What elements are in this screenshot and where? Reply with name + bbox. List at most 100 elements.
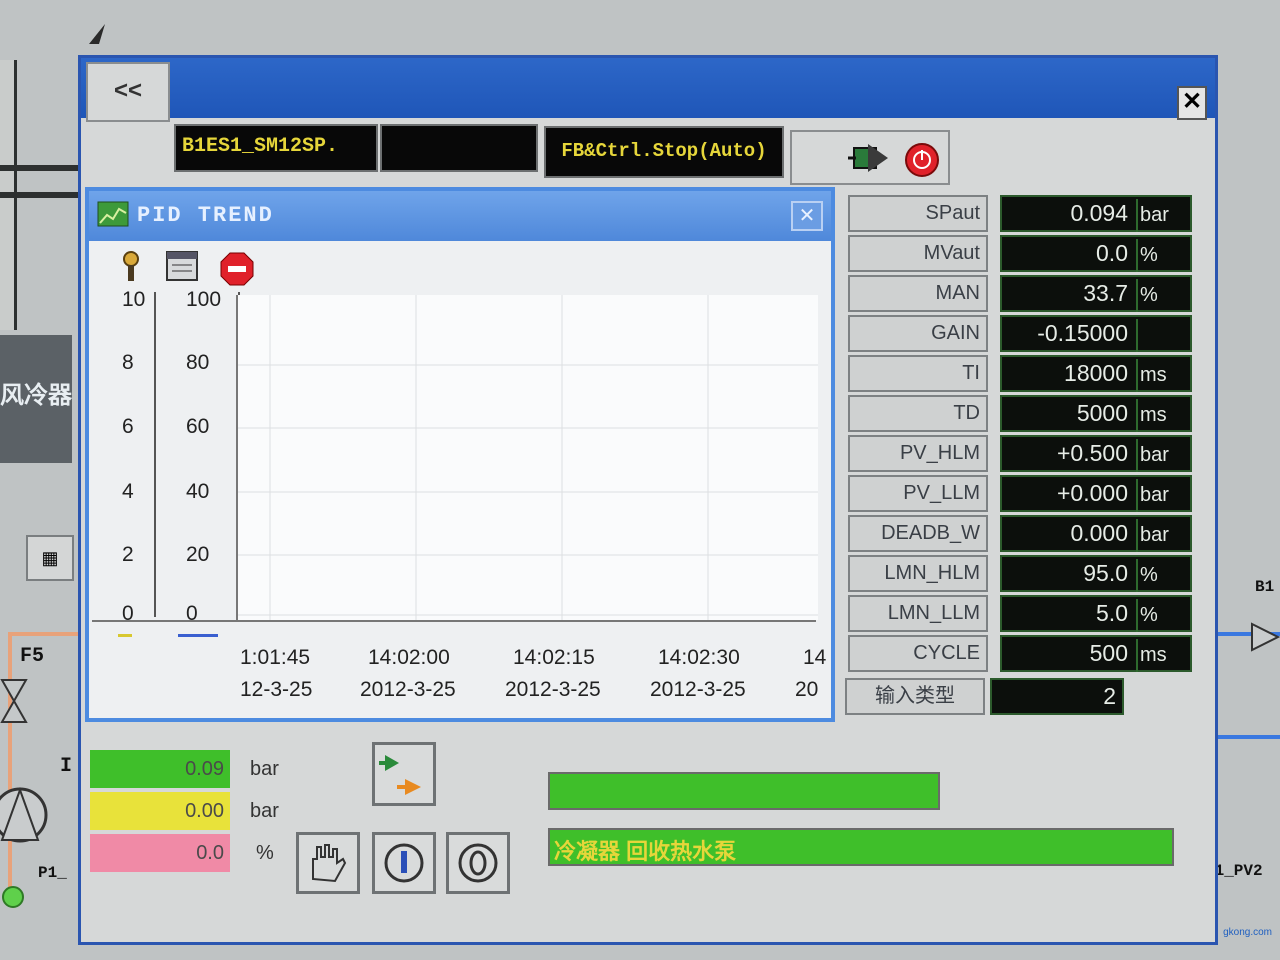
mode-switch-icon (379, 755, 421, 795)
param-value-man[interactable]: 33.7% (1000, 275, 1192, 312)
x-date-label: 2012-3-25 (505, 678, 601, 701)
label-i: I (60, 755, 73, 778)
y-axis-area (92, 292, 240, 622)
param-value-number: 0.0 (1096, 240, 1128, 266)
param-value-spaut[interactable]: 0.094 bar (1000, 195, 1192, 232)
arrow-icon (1250, 622, 1280, 657)
param-value-number: 0.094 (1070, 200, 1128, 226)
param-value-mvaut[interactable]: 0.0% (1000, 235, 1192, 272)
param-label-td: TD (848, 395, 988, 432)
label-b1: B1 (1255, 578, 1275, 596)
y-right-tick-label: 0 (186, 602, 198, 625)
stop-icon[interactable] (220, 252, 254, 291)
param-value-unit: bar (1136, 479, 1169, 512)
param-value-pv-llm[interactable]: +0.000 bar (1000, 475, 1192, 512)
pump-icon[interactable] (0, 780, 50, 855)
pid-block-icon[interactable] (848, 138, 892, 183)
trend-close-button[interactable]: ✕ (791, 201, 823, 231)
legend-blue-marker (178, 634, 218, 637)
off-icon (458, 843, 498, 883)
background-button[interactable]: ▦ (26, 535, 74, 581)
stop-power-icon[interactable] (902, 142, 942, 183)
off-button[interactable] (446, 832, 510, 894)
trend-title: PID TREND (137, 203, 274, 228)
y-right-tick-label: 20 (186, 543, 210, 566)
param-label-gain: GAIN (848, 315, 988, 352)
cursor-icon (85, 22, 109, 51)
x-date-label: 2012-3-25 (360, 678, 456, 701)
param-label-lmn-hlm: LMN_HLM (848, 555, 988, 592)
x-time-label: 14:02:15 (513, 646, 595, 669)
param-value-unit: ms (1136, 399, 1167, 432)
param-value-unit: ms (1136, 639, 1167, 672)
tag-secondary-field (380, 124, 538, 172)
param-value-unit: bar (1136, 199, 1169, 232)
param-label-pv-llm: PV_LLM (848, 475, 988, 512)
param-value-pv-hlm[interactable]: +0.500 bar (1000, 435, 1192, 472)
param-value-gain[interactable]: -0.15000 (1000, 315, 1192, 352)
x-date-label: 2012-3-25 (650, 678, 746, 701)
mv-readout: 0.0 (90, 834, 230, 872)
pipe-segment (0, 165, 78, 171)
trend-settings-icon[interactable] (165, 250, 199, 287)
x-axis-line (92, 620, 816, 622)
param-value-td[interactable]: 5000 ms (1000, 395, 1192, 432)
param-value-unit: % (1136, 239, 1158, 272)
param-value-number: 18000 (1064, 360, 1128, 386)
y-left-tick-label: 4 (122, 480, 134, 503)
param-value-deadb-w[interactable]: 0.000 bar (1000, 515, 1192, 552)
cooler-graphic: 风冷器 (0, 335, 72, 463)
equipment-status-text: 冷凝器 回收热水泵 (554, 839, 737, 864)
param-value-number: 500 (1089, 640, 1128, 666)
param-value-unit: bar (1136, 439, 1169, 472)
x-time-label: 14 (803, 646, 827, 669)
trend-titlebar: PID TREND ✕ (89, 191, 831, 241)
param-value-number: 0.000 (1070, 520, 1128, 546)
param-value-unit: % (1136, 599, 1158, 632)
param-value-number: 33.7 (1083, 280, 1128, 306)
y-left-tick-label: 2 (122, 543, 134, 566)
y-right-tick-label: 80 (186, 351, 210, 374)
valve-icon[interactable] (0, 678, 28, 729)
y-right-tick-label: 40 (186, 480, 210, 503)
param-value-unit: bar (1136, 519, 1169, 552)
trend-window-icon (97, 201, 129, 232)
legend-yellow-marker (118, 634, 132, 637)
y-left-tick-label: 10 (122, 288, 146, 311)
help-icon[interactable] (118, 250, 144, 289)
x-date-label: 20 (795, 678, 819, 701)
param-label-lmn-llm: LMN_LLM (848, 595, 988, 632)
param-label-ti: TI (848, 355, 988, 392)
output-level-bar (548, 772, 940, 810)
tag-name-field: B1ES1_SM12SP. (174, 124, 378, 172)
param-value-lmn-llm[interactable]: 5.0% (1000, 595, 1192, 632)
param-value-number: 95.0 (1083, 560, 1128, 586)
y-left-tick-label: 0 (122, 602, 134, 625)
on-button[interactable] (372, 832, 436, 894)
plot-grid (238, 295, 818, 620)
manual-button[interactable] (296, 832, 360, 894)
watermark-text: gkong.com (1223, 927, 1272, 938)
param-value-cycle[interactable]: 500 ms (1000, 635, 1192, 672)
pipe-segment (8, 632, 78, 636)
param-value-number: 5000 (1076, 400, 1128, 426)
mv-unit: % (256, 842, 274, 864)
pv-unit: bar (250, 758, 279, 780)
param-label-deadb-w: DEADB_W (848, 515, 988, 552)
param-value-unit: % (1136, 559, 1158, 592)
pipe-segment (1210, 735, 1280, 739)
input-type-value[interactable]: 2 (990, 678, 1124, 715)
input-type-label: 输入类型 (845, 678, 985, 715)
close-button[interactable]: ✕ (1177, 86, 1207, 120)
x-time-label: 14:02:00 (368, 646, 450, 669)
param-value-unit: ms (1136, 359, 1167, 392)
param-label-cycle: CYCLE (848, 635, 988, 672)
param-value-number: 5.0 (1096, 600, 1128, 626)
mode-switch-button[interactable] (372, 742, 436, 806)
param-value-lmn-hlm[interactable]: 95.0% (1000, 555, 1192, 592)
back-button[interactable]: << (86, 62, 170, 122)
param-value-ti[interactable]: 18000 ms (1000, 355, 1192, 392)
param-label-pv-hlm: PV_HLM (848, 435, 988, 472)
param-value-number: +0.000 (1057, 480, 1128, 506)
param-value-number: -0.15000 (1037, 320, 1128, 346)
